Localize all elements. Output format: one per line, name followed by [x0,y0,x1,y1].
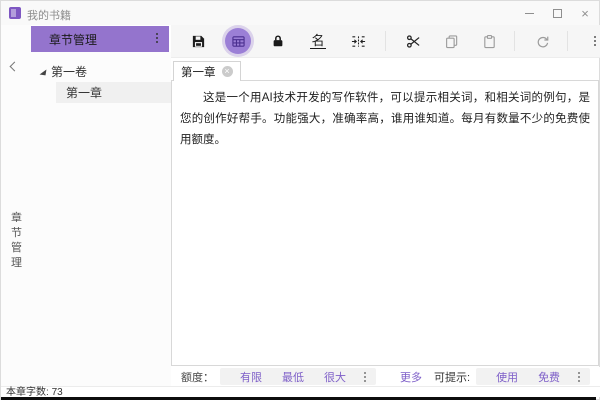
close-icon: × [581,7,589,20]
tree-item-volume[interactable]: 第一卷 [31,61,171,82]
suggestion-word[interactable]: 免费 [538,369,560,385]
quota-suggestions-group: 有限 最低 很大 [220,368,376,385]
more-suggestions-link[interactable]: 更多 [400,369,422,385]
editor-toolbar: 名 [171,25,600,58]
character-name-button[interactable]: 名 [305,28,331,54]
toolbar-more-button[interactable] [582,28,600,54]
save-button[interactable] [185,28,211,54]
maximize-button[interactable] [543,1,571,25]
suggestion-word[interactable]: 最低 [282,369,304,385]
name-text-icon: 名 [310,34,325,49]
toolbar-separator [567,31,568,51]
clipboard-paste-icon [482,34,497,49]
left-rail: 章节管理 [1,25,31,397]
editor-content[interactable]: 这是一个用AI技术开发的写作软件，可以提示相关词，和相关词的例句，是您的创作好帮… [171,80,599,366]
chapter-tree: 第一卷 第一章 [31,52,171,397]
scissors-icon [406,34,421,49]
redo-button[interactable] [529,28,555,54]
suggestion-word[interactable]: 有限 [240,369,262,385]
toolbar-separator [514,31,515,51]
app-logo-icon [9,7,21,19]
tree-item-label: 第一卷 [51,63,87,80]
cut-button[interactable] [400,28,426,54]
tab-close-icon[interactable]: × [222,66,233,77]
chapter-tab-active[interactable]: 第一章 × [173,61,241,81]
editor-text: 这是一个用AI技术开发的写作软件，可以提示相关词，和相关词的例句，是您的创作好帮… [172,81,598,151]
panel-menu-dots-icon[interactable] [156,33,158,43]
tree-item-label: 第一章 [66,84,102,101]
editor-area: 第一章 × 这是一个用AI技术开发的写作软件，可以提示相关词，和相关词的例句，是… [171,58,599,366]
window-title: 我的书籍 [27,7,71,23]
maximize-icon [553,9,562,18]
lock-button[interactable] [265,28,291,54]
grid-view-icon [232,35,245,48]
vertical-tab-chapter-management[interactable]: 章节管理 [10,211,23,271]
save-floppy-icon [191,34,206,49]
collapse-sidebar-chevron-icon[interactable] [10,62,20,72]
quota-label: 额度： [181,369,214,385]
prompt-suggestions-group: 使用 免费 [476,368,590,385]
tree-expander-icon[interactable] [40,68,47,75]
tree-item-chapter-selected[interactable]: 第一章 [56,82,171,103]
copy-button[interactable] [438,28,464,54]
lock-icon [271,34,285,48]
paste-button[interactable] [476,28,502,54]
close-button[interactable]: × [571,1,599,25]
suggestion-word[interactable]: 很大 [324,369,346,385]
minimize-button[interactable] [515,1,543,25]
title-bar: 我的书籍 × [1,1,599,25]
suggestion-more-dots-icon[interactable] [578,372,580,382]
tab-title: 第一章 [181,64,216,80]
card-view-button-active[interactable] [225,28,251,54]
redo-arrow-icon [535,34,550,49]
indent-format-button[interactable] [345,28,371,54]
toolbar-separator [385,31,386,51]
suggestion-word[interactable]: 使用 [496,369,518,385]
app-window: 我的书籍 × 章节管理 章节管理 第一卷 第一章 名 [0,0,600,400]
suggestion-more-dots-icon[interactable] [364,372,366,382]
status-bar: 本章字数: 73 [1,386,600,397]
minimize-icon [525,13,534,14]
panel-header: 章节管理 [31,26,169,52]
copy-icon [444,34,459,49]
panel-title: 章节管理 [49,31,97,48]
prompt-label: 可提示: [434,369,470,385]
indent-icon [351,34,366,49]
ai-suggestion-bar: 额度： 有限 最低 很大 更多 可提示: 使用 免费 [171,367,600,386]
more-dots-icon [594,36,596,46]
